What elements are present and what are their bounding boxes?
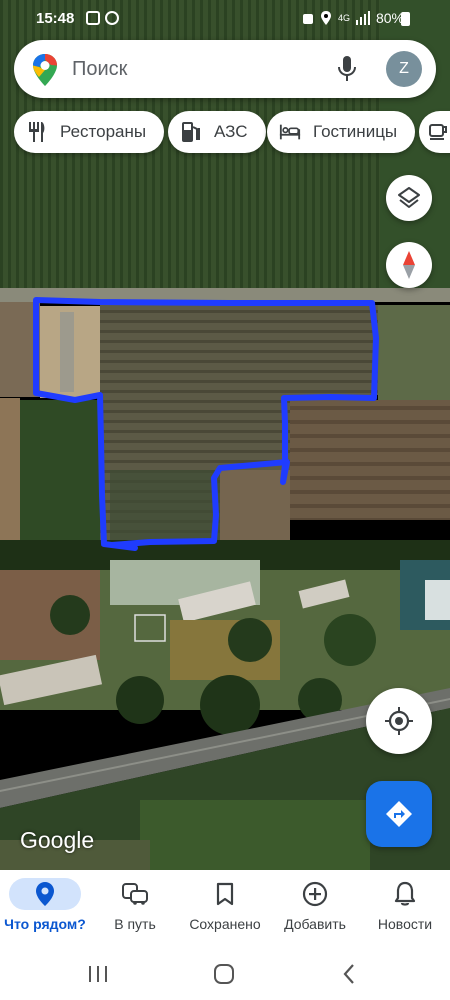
location-status-icon bbox=[320, 11, 331, 25]
alarm-icon bbox=[302, 14, 313, 24]
home-icon[interactable] bbox=[212, 962, 236, 986]
chip-label: АЗС bbox=[214, 122, 248, 141]
directions-button[interactable] bbox=[366, 781, 432, 847]
compass-icon bbox=[403, 251, 415, 279]
battery-icon bbox=[401, 12, 410, 26]
recent-apps-icon[interactable] bbox=[86, 962, 110, 986]
add-circle-icon bbox=[302, 881, 328, 907]
tab-commute[interactable]: В путь bbox=[90, 870, 180, 948]
chip-restaurants[interactable]: Рестораны bbox=[14, 111, 165, 153]
gas-station-icon bbox=[180, 121, 202, 143]
account-avatar[interactable]: Z bbox=[386, 51, 422, 87]
chip-gas-stations[interactable]: АЗС bbox=[168, 111, 266, 153]
tab-label: Добавить bbox=[284, 916, 346, 932]
tab-updates[interactable]: Новости bbox=[360, 870, 450, 948]
status-right: 4G 80% bbox=[302, 10, 404, 26]
cafe-icon bbox=[429, 124, 447, 140]
tab-label: Что рядом? bbox=[4, 916, 86, 932]
hotel-icon bbox=[279, 121, 301, 143]
my-location-icon bbox=[385, 707, 413, 735]
tab-label: В путь bbox=[114, 916, 156, 932]
explore-pin-icon bbox=[36, 882, 54, 906]
search-input[interactable] bbox=[72, 54, 332, 84]
google-attribution: Google bbox=[20, 827, 95, 853]
status-time: 15:48 bbox=[36, 10, 75, 27]
notification-icon bbox=[86, 11, 100, 25]
signal-icon bbox=[355, 11, 370, 25]
tab-saved[interactable]: Сохранено bbox=[180, 870, 270, 948]
system-navigation-bar bbox=[0, 948, 450, 1000]
my-location-button[interactable] bbox=[366, 688, 432, 754]
bookmark-icon bbox=[216, 882, 234, 906]
directions-icon bbox=[386, 801, 412, 827]
network-type: 4G bbox=[337, 12, 350, 23]
battery-percent: 80% bbox=[375, 10, 404, 26]
chip-label: Гостиницы bbox=[313, 122, 398, 141]
bell-icon bbox=[394, 881, 416, 906]
tab-explore[interactable]: Что рядом? bbox=[0, 870, 90, 948]
layers-button[interactable] bbox=[386, 175, 432, 221]
commute-icon bbox=[122, 883, 148, 905]
chip-hotels[interactable]: Гостиницы bbox=[267, 111, 416, 153]
layers-icon bbox=[398, 187, 420, 208]
chip-label: Рестораны bbox=[60, 122, 147, 141]
sync-icon bbox=[105, 11, 119, 25]
bottom-navigation: Что рядом? В путь Сохранено Добавить Нов… bbox=[0, 870, 450, 948]
google-maps-logo-icon bbox=[33, 54, 57, 86]
back-icon[interactable] bbox=[338, 962, 362, 986]
search-bar[interactable]: Z bbox=[14, 40, 436, 98]
status-bar: 15:48 4G 80% bbox=[0, 0, 450, 38]
microphone-icon[interactable] bbox=[336, 55, 358, 83]
tab-label: Сохранено bbox=[189, 916, 261, 932]
compass-button[interactable] bbox=[386, 242, 432, 288]
tab-label: Новости bbox=[377, 916, 433, 932]
restaurant-icon bbox=[26, 121, 48, 143]
tab-contribute[interactable]: Добавить bbox=[270, 870, 360, 948]
